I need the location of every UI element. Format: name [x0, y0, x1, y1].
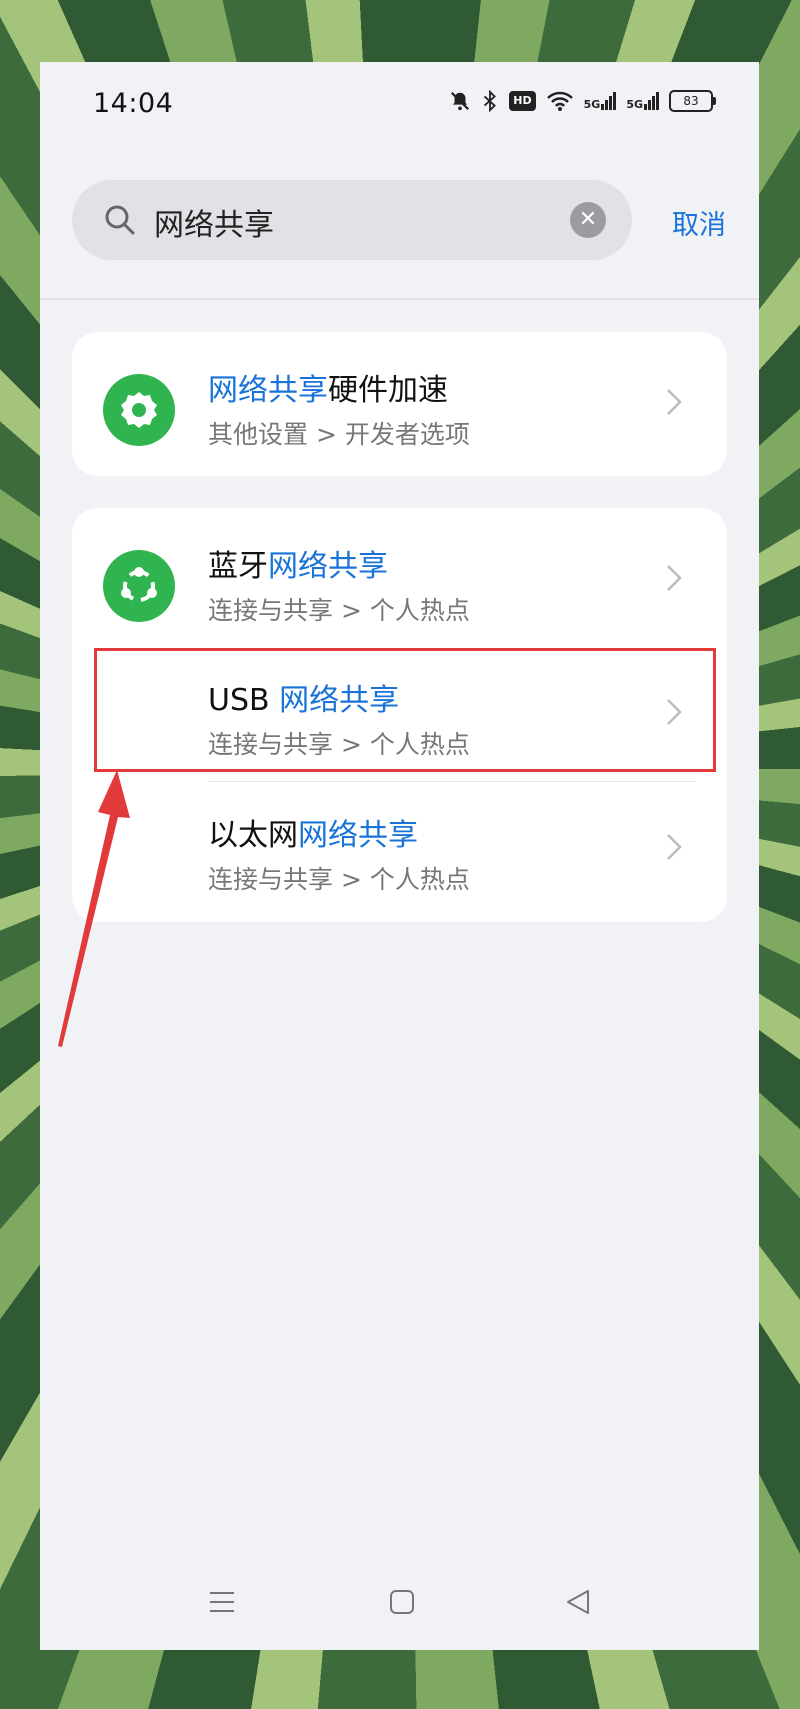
annotation-arrow	[58, 770, 130, 1047]
